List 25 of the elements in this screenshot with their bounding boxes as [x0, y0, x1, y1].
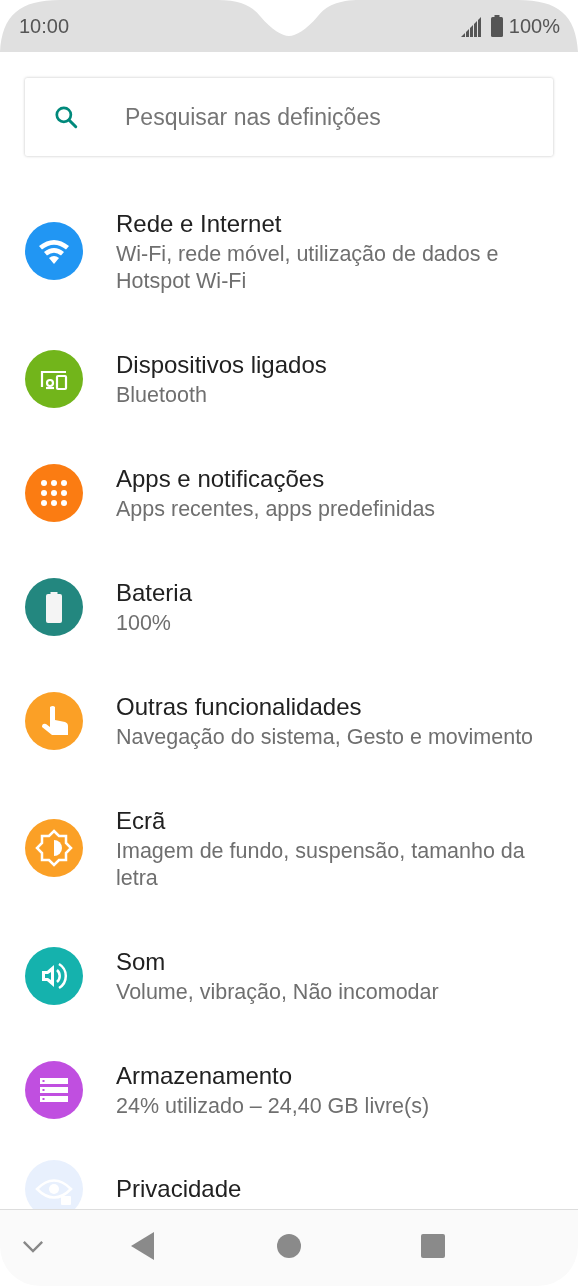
search-icon	[53, 104, 79, 130]
back-icon[interactable]	[131, 1232, 155, 1260]
item-subtitle: Bluetooth	[116, 382, 208, 409]
item-title[interactable]: Ecrã	[116, 804, 564, 838]
item-title[interactable]: Dispositivos ligados	[116, 348, 327, 382]
clock-time: 10:00	[19, 14, 70, 38]
battery-level: 100%	[508, 14, 560, 38]
item-subtitle: Imagem de fundo, suspensão, tamanho da letra	[116, 838, 526, 892]
item-title[interactable]: Outras funcionalidades	[116, 690, 534, 724]
signal-icon	[460, 15, 483, 37]
item-subtitle: Apps recentes, apps predefinidas	[116, 496, 436, 523]
item-title[interactable]: Privacidade	[116, 1175, 242, 1203]
item-subtitle: Wi-Fi, rede móvel, utilização de dados e Hotspot Wi-Fi	[116, 241, 500, 295]
item-title[interactable]: Som	[116, 945, 439, 979]
item-title[interactable]: Rede e Internet	[116, 207, 564, 241]
home-icon[interactable]	[277, 1234, 301, 1258]
search-field[interactable]: Pesquisar nas definições	[25, 78, 553, 156]
item-subtitle: 24% utilizado – 24,40 GB livre(s)	[116, 1093, 430, 1120]
item-subtitle: 100%	[116, 610, 172, 637]
item-title[interactable]: Armazenamento	[116, 1059, 430, 1093]
item-title[interactable]: Bateria	[116, 576, 193, 610]
chevron-down-icon[interactable]	[22, 1240, 44, 1253]
item-subtitle: Navegação do sistema, Gesto e movimento	[116, 724, 534, 751]
item-subtitle: Volume, vibração, Não incomodar	[116, 979, 439, 1006]
item-title[interactable]: Apps e notificações	[116, 462, 436, 496]
